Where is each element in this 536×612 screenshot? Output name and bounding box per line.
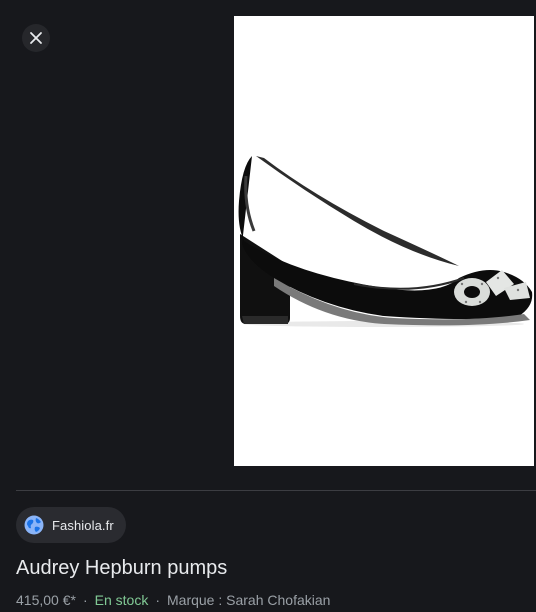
product-meta: 415,00 €* · En stock · Marque : Sarah Ch… bbox=[16, 592, 330, 608]
close-button[interactable] bbox=[22, 24, 50, 52]
product-image[interactable] bbox=[234, 16, 534, 466]
price: 415,00 €* bbox=[16, 592, 76, 608]
source-chip[interactable]: Fashiola.fr bbox=[16, 507, 126, 543]
shoe-image bbox=[238, 156, 533, 327]
brand: Marque : Sarah Chofakian bbox=[167, 592, 331, 608]
stock-status: En stock bbox=[94, 592, 149, 608]
separator: · bbox=[82, 592, 88, 608]
source-name: Fashiola.fr bbox=[52, 517, 114, 533]
image-viewer: Fashiola.fr Audrey Hepburn pumps 415,00 … bbox=[0, 0, 536, 612]
product-title[interactable]: Audrey Hepburn pumps bbox=[16, 557, 227, 580]
separator: · bbox=[155, 592, 160, 608]
close-icon bbox=[30, 32, 42, 44]
globe-icon bbox=[24, 515, 44, 535]
divider bbox=[16, 490, 536, 491]
